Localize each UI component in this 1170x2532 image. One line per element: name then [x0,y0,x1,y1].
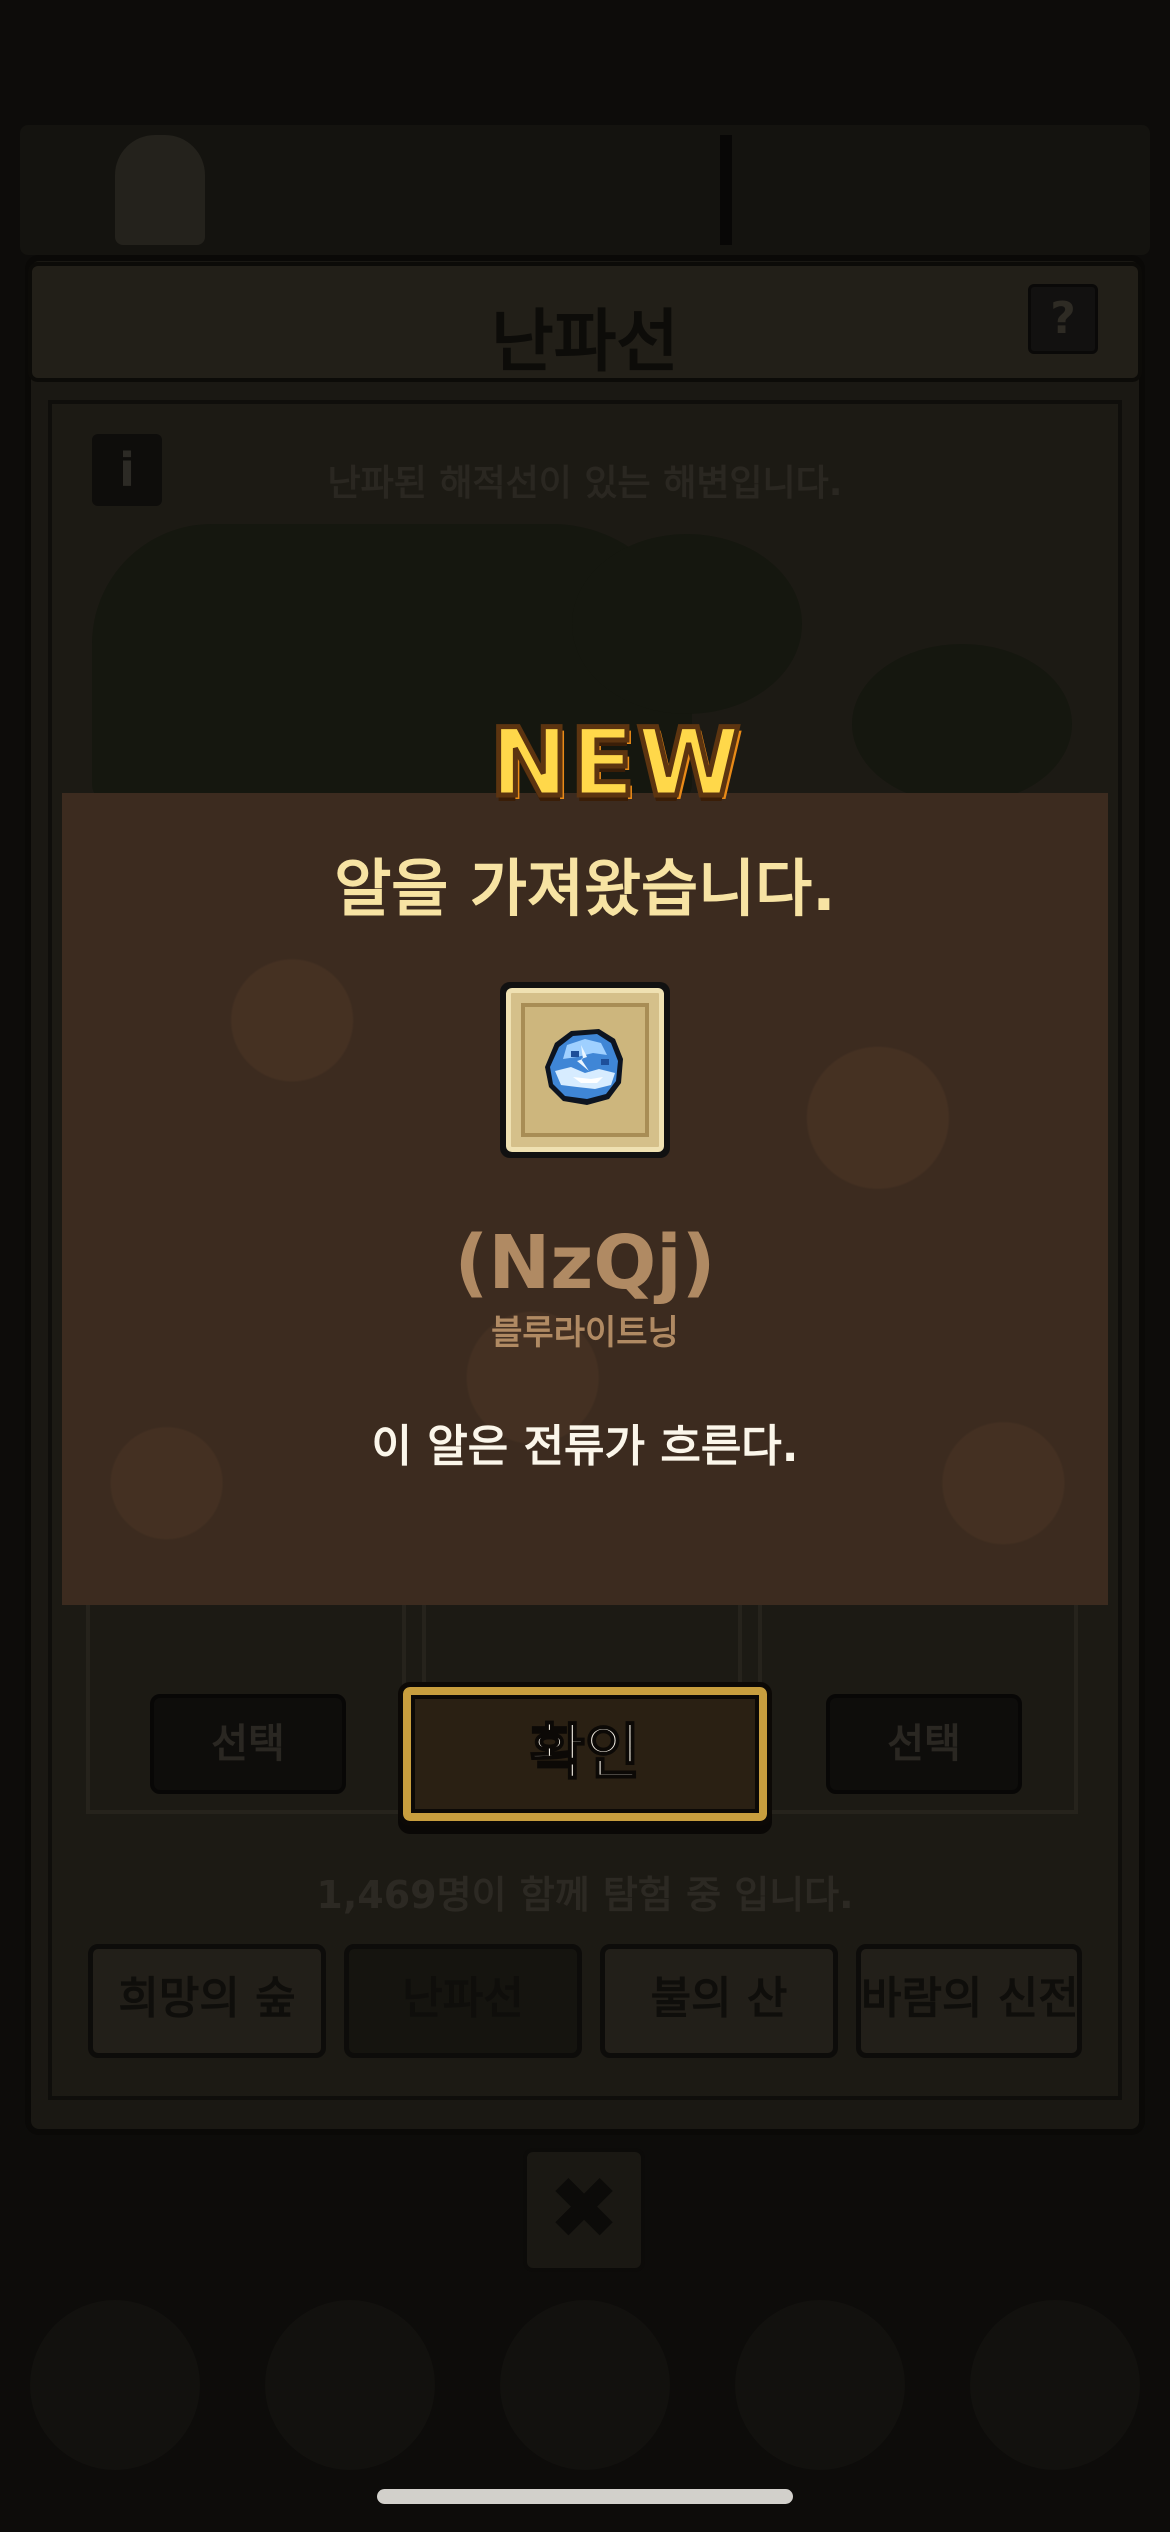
item-card [506,988,664,1152]
home-indicator[interactable] [377,2489,793,2504]
nav-item[interactable] [735,2300,905,2470]
tab-fire-mountain[interactable]: 불의 산 [600,1944,838,2058]
confirm-button[interactable]: 확인 [398,1682,772,1826]
tab-shipwreck[interactable]: 난파선 [344,1944,582,2058]
avatar [115,135,205,245]
close-button[interactable]: ✖ [523,2148,645,2272]
nav-item[interactable] [970,2300,1140,2470]
item-description: 이 알은 전류가 흐른다. [371,1421,799,1472]
divider [720,135,732,245]
bottom-nav [0,2280,1170,2480]
tab-hope-forest[interactable]: 희망의 숲 [88,1944,326,2058]
blue-lightning-egg-icon [545,1029,623,1105]
info-button[interactable]: i [92,434,162,506]
top-status-bar [20,125,1150,255]
select-button-left[interactable]: 선택 [150,1694,346,1794]
palm-tree-scenery [852,644,1072,804]
new-badge: NEW [488,709,744,818]
nav-item[interactable] [265,2300,435,2470]
modal-title: 알을 가져왔습니다. [334,852,836,925]
palm-tree-scenery [572,534,802,714]
tab-wind-temple[interactable]: 바람의 신전 [856,1944,1082,2058]
item-frame [500,982,670,1158]
players-online-text: 1,469명이 함께 탐험 중 입니다. [316,1873,854,1917]
title-bar: 난파선 ? [28,262,1142,382]
stage-description: 난파된 해적선이 있는 해변입니다. [327,463,843,504]
nav-item[interactable] [30,2300,200,2470]
item-subtitle: 블루라이트닝 [491,1313,679,1353]
item-name: (NzQj) [454,1220,716,1306]
help-button[interactable]: ? [1028,284,1098,354]
nav-item[interactable] [500,2300,670,2470]
screen: 난파선 ? i 난파된 해적선이 있는 해변입니다. 선택 선택 1,469명이… [0,0,1170,2532]
select-button-right[interactable]: 선택 [826,1694,1022,1794]
confirm-button-label: 확인 [529,1717,641,1789]
page-title: 난파선 [491,303,679,382]
